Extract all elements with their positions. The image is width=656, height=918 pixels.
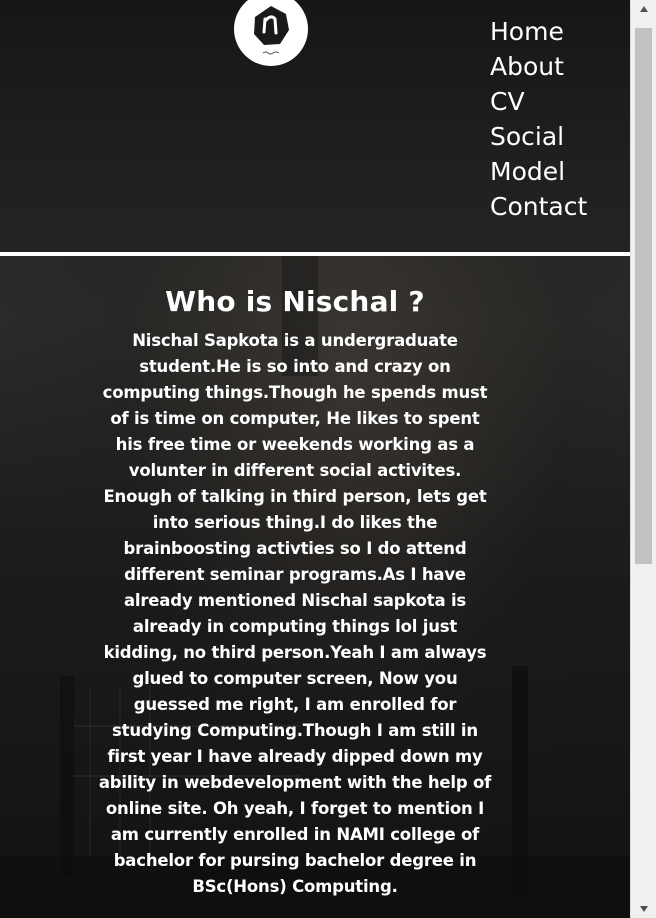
scroll-thumb[interactable] <box>635 28 652 564</box>
site-logo[interactable] <box>234 0 308 66</box>
page: Home About CV Social Model Contact Who i… <box>0 0 630 918</box>
vertical-scrollbar[interactable] <box>630 0 656 918</box>
scroll-up-button[interactable] <box>631 0 656 18</box>
nav-item-home[interactable]: Home <box>490 14 587 49</box>
nav-item-cv[interactable]: CV <box>490 84 587 119</box>
triangle-up-icon <box>640 6 648 12</box>
triangle-down-icon <box>640 906 648 912</box>
main-nav: Home About CV Social Model Contact <box>490 14 587 224</box>
nav-item-contact[interactable]: Contact <box>490 189 587 224</box>
about-title: Who is Nischal ? <box>165 285 425 318</box>
about-paragraph: Nischal Sapkota is a undergraduate stude… <box>98 331 492 896</box>
nav-item-social[interactable]: Social <box>490 119 587 154</box>
nav-item-model[interactable]: Model <box>490 154 587 189</box>
nav-item-about[interactable]: About <box>490 49 587 84</box>
site-header: Home About CV Social Model Contact <box>0 0 630 252</box>
logo-mark-icon <box>254 6 289 55</box>
scroll-down-button[interactable] <box>631 900 656 918</box>
about-section: Who is Nischal ? Nischal Sapkota is a un… <box>96 282 494 900</box>
